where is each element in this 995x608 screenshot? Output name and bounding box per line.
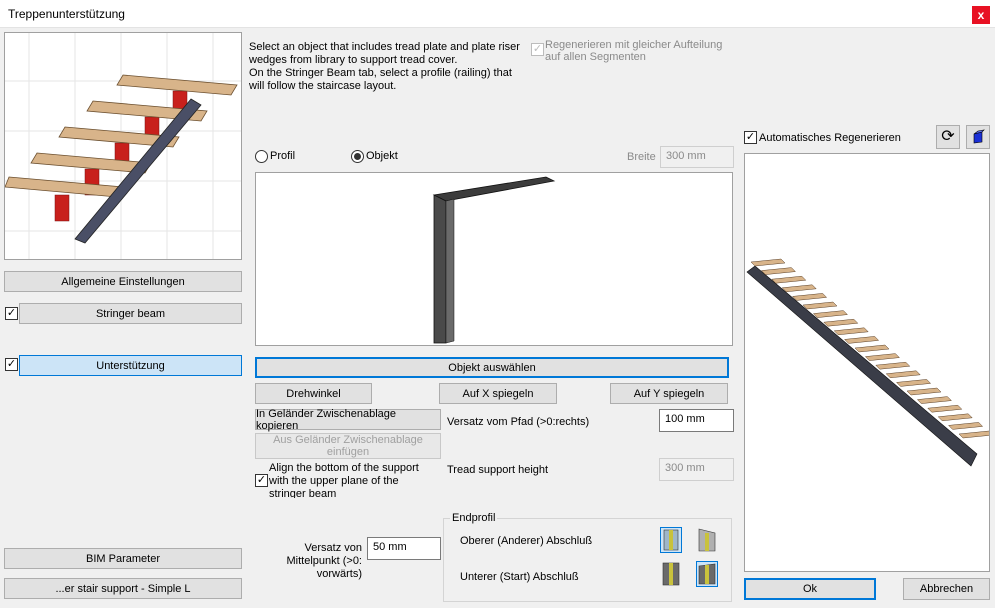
stringer-beam-button[interactable]: Stringer beam	[19, 303, 242, 324]
offset-mid-label: Versatz von Mittelpunkt (>0: vorwärts)	[276, 542, 362, 581]
regen-same-line: auf allen Segmenten	[545, 51, 646, 63]
stringer-beam	[746, 265, 978, 467]
objekt-radio[interactable]	[351, 150, 364, 163]
upper-end-angled-icon[interactable]	[696, 527, 718, 553]
tread	[781, 284, 817, 293]
offset-mid-input[interactable]: 50 mm	[367, 537, 441, 560]
tread-height-label: Tread support height	[447, 464, 549, 476]
align-line: with the upper plane of the	[269, 475, 399, 487]
unterstuetzung-button[interactable]: Unterstützung	[19, 355, 242, 376]
rotation-button[interactable]: Drehwinkel	[255, 383, 372, 404]
tread	[823, 318, 859, 327]
ok-button[interactable]: Ok	[744, 578, 876, 600]
tread	[844, 336, 880, 344]
bim-parameter-button[interactable]: BIM Parameter	[4, 548, 242, 569]
copy-clipboard-button[interactable]: In Geländer Zwischenablage kopieren	[255, 408, 441, 432]
select-object-button[interactable]: Objekt auswählen	[255, 357, 729, 378]
paste-line: Aus Geländer Zwischenablage	[273, 434, 423, 446]
align-bottom-checkbox[interactable]: ✓	[255, 474, 268, 487]
mirror-y-button[interactable]: Auf Y spiegeln	[610, 383, 728, 404]
object-preview	[255, 172, 733, 346]
info-line: Select an object that includes tread pla…	[249, 41, 520, 53]
offset-mid-line: Versatz von	[304, 542, 362, 554]
tread	[906, 387, 942, 396]
cancel-button[interactable]: Abbrechen	[903, 578, 990, 600]
align-line: stringer beam	[269, 488, 337, 498]
tread	[833, 327, 869, 336]
offset-mid-line: vorwärts)	[316, 568, 362, 580]
objekt-label: Objekt	[366, 150, 398, 162]
tread-height-input[interactable]: 300 mm	[659, 458, 734, 481]
lower-end-label: Unterer (Start) Abschluß	[460, 571, 579, 583]
regen-same-checkbox[interactable]: ✓	[531, 43, 544, 56]
paste-clipboard-button[interactable]: Aus Geländer Zwischenablage einfügen	[255, 433, 441, 459]
tread	[916, 396, 952, 404]
upper-end-straight-icon[interactable]	[660, 527, 682, 553]
tread	[864, 353, 900, 361]
endprofil-group	[443, 518, 732, 602]
info-line: will follow the staircase layout.	[249, 80, 397, 92]
auto-regen-label: Automatisches Regenerieren	[759, 132, 901, 144]
support-object-illustration	[432, 176, 556, 344]
offset-mid-line: Mittelpunkt (>0:	[286, 555, 362, 567]
align-bottom-label: Align the bottom of the support with the…	[269, 462, 419, 498]
refresh-button[interactable]: ⟳	[936, 125, 960, 149]
align-line: Align the bottom of the support	[269, 462, 419, 474]
auto-regen-checkbox[interactable]: ✓	[744, 131, 757, 144]
profil-radio[interactable]	[255, 150, 268, 163]
close-button[interactable]: x	[972, 6, 990, 24]
tread	[760, 267, 796, 275]
stair-preview	[4, 32, 242, 260]
view-3d-button[interactable]	[966, 125, 990, 149]
info-line: On the Stringer Beam tab, select a profi…	[249, 67, 512, 79]
tread	[875, 361, 911, 370]
tread	[792, 293, 828, 301]
tread	[812, 310, 848, 318]
info-line: wedges from library to support tread cov…	[249, 54, 458, 66]
endprofil-title: Endprofil	[450, 512, 498, 524]
info-text: Select an object that includes tread pla…	[249, 41, 520, 93]
tread	[854, 344, 890, 353]
tread	[937, 413, 973, 422]
paste-line: einfügen	[326, 446, 370, 458]
title-bar	[0, 0, 995, 28]
tread	[750, 258, 786, 267]
mirror-x-button[interactable]: Auf X spiegeln	[439, 383, 557, 404]
regen-same-line: Regenerieren mit gleicher Aufteilung	[545, 39, 723, 51]
general-settings-button[interactable]: Allgemeine Einstellungen	[4, 271, 242, 292]
window-title: Treppenunterstützung	[8, 7, 125, 21]
tread	[927, 404, 963, 413]
breite-label: Breite	[627, 151, 656, 163]
offset-path-label: Versatz vom Pfad (>0:rechts)	[447, 416, 590, 428]
staircase-3d-preview	[744, 153, 994, 572]
refresh-icon: ⟳	[941, 128, 955, 145]
stair-illustration	[4, 33, 241, 259]
regen-same-label: Regenerieren mit gleicher Aufteilung auf…	[545, 39, 722, 63]
tread	[896, 379, 932, 387]
preset-button[interactable]: ...er stair support - Simple L	[4, 578, 242, 599]
stringer-beam-checkbox[interactable]: ✓	[5, 307, 18, 320]
unterstuetzung-checkbox[interactable]: ✓	[5, 358, 18, 371]
offset-path-input[interactable]: 100 mm	[659, 409, 734, 432]
staircase-3d-illustration	[746, 258, 994, 467]
lower-end-straight-icon[interactable]	[660, 561, 682, 587]
tread	[771, 275, 807, 284]
upper-end-label: Oberer (Anderer) Abschluß	[460, 535, 593, 547]
breite-input[interactable]: 300 mm	[660, 146, 734, 168]
profil-label: Profil	[270, 150, 296, 162]
tread	[802, 301, 838, 310]
tread	[885, 370, 921, 379]
tread	[948, 422, 984, 430]
cube-icon	[973, 129, 985, 144]
lower-end-angled-icon[interactable]	[696, 561, 718, 587]
tread	[958, 430, 994, 439]
